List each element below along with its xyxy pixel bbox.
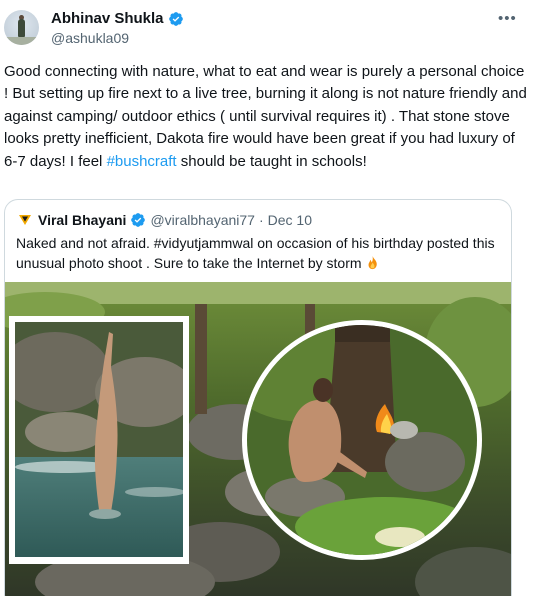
author-handle[interactable]: @ashukla09	[51, 30, 129, 46]
avatar[interactable]	[4, 10, 39, 45]
tweet-text: Good connecting with nature, what to eat…	[4, 61, 532, 173]
avatar-ground	[4, 37, 39, 45]
verified-badge-icon	[131, 213, 146, 227]
tweet-text-part: should be taught in schools!	[176, 152, 367, 170]
quoted-media-image[interactable]	[5, 282, 511, 596]
fire-emoji-icon	[368, 255, 378, 270]
quoted-tweet-header: Viral Bhayani @viralbhayani77 · Dec 10	[16, 211, 312, 229]
quoted-tweet[interactable]: Viral Bhayani @viralbhayani77 · Dec 10 N…	[4, 199, 512, 596]
author-row: Abhinav Shukla	[51, 10, 184, 28]
inset-waterfall-photo	[9, 316, 189, 564]
photo-collage	[5, 282, 511, 596]
quoted-display-name[interactable]: Viral Bhayani	[38, 212, 126, 228]
author-display-name[interactable]: Abhinav Shukla	[51, 10, 164, 28]
avatar-figure	[18, 19, 25, 37]
quoted-date[interactable]: Dec 10	[268, 212, 312, 228]
separator-dot: ·	[258, 212, 264, 228]
more-options-icon[interactable]: •••	[498, 11, 517, 26]
tweet[interactable]: Abhinav Shukla @ashukla09 ••• Good conne…	[0, 0, 539, 596]
quoted-handle[interactable]: @viralbhayani77	[150, 212, 255, 228]
quoted-tweet-text: Naked and not afraid. #vidyutjammwal on …	[16, 233, 506, 273]
hashtag-link[interactable]: #bushcraft	[107, 153, 177, 170]
quoted-avatar-icon[interactable]	[16, 211, 34, 229]
verified-badge-icon	[168, 12, 183, 26]
quoted-text-body: Naked and not afraid. #vidyutjammwal on …	[16, 235, 495, 271]
